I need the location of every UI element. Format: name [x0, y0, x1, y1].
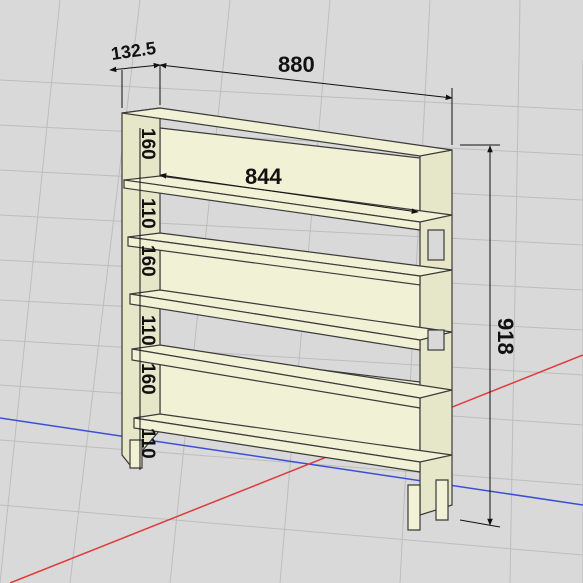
height-dimension-label: 918 [493, 318, 518, 355]
spacing-label-1: 160 [137, 128, 158, 160]
depth-dimension-label: 132.5 [110, 38, 157, 64]
spacing-label-5: 160 [137, 363, 158, 395]
spacing-label-2: 110 [137, 198, 158, 229]
bookshelf-drawing: 132.5 880 844 918 160 110 160 110 160 11… [0, 0, 583, 583]
spacing-label-3: 160 [137, 245, 158, 277]
cad-viewport[interactable]: 132.5 880 844 918 160 110 160 110 160 11… [0, 0, 583, 583]
spacing-label-4: 110 [137, 315, 158, 346]
bookshelf [121, 107, 453, 531]
spacing-label-6: 110 [137, 428, 158, 459]
width-dimension-label: 880 [278, 52, 315, 77]
inner-width-dimension-label: 844 [245, 164, 282, 189]
